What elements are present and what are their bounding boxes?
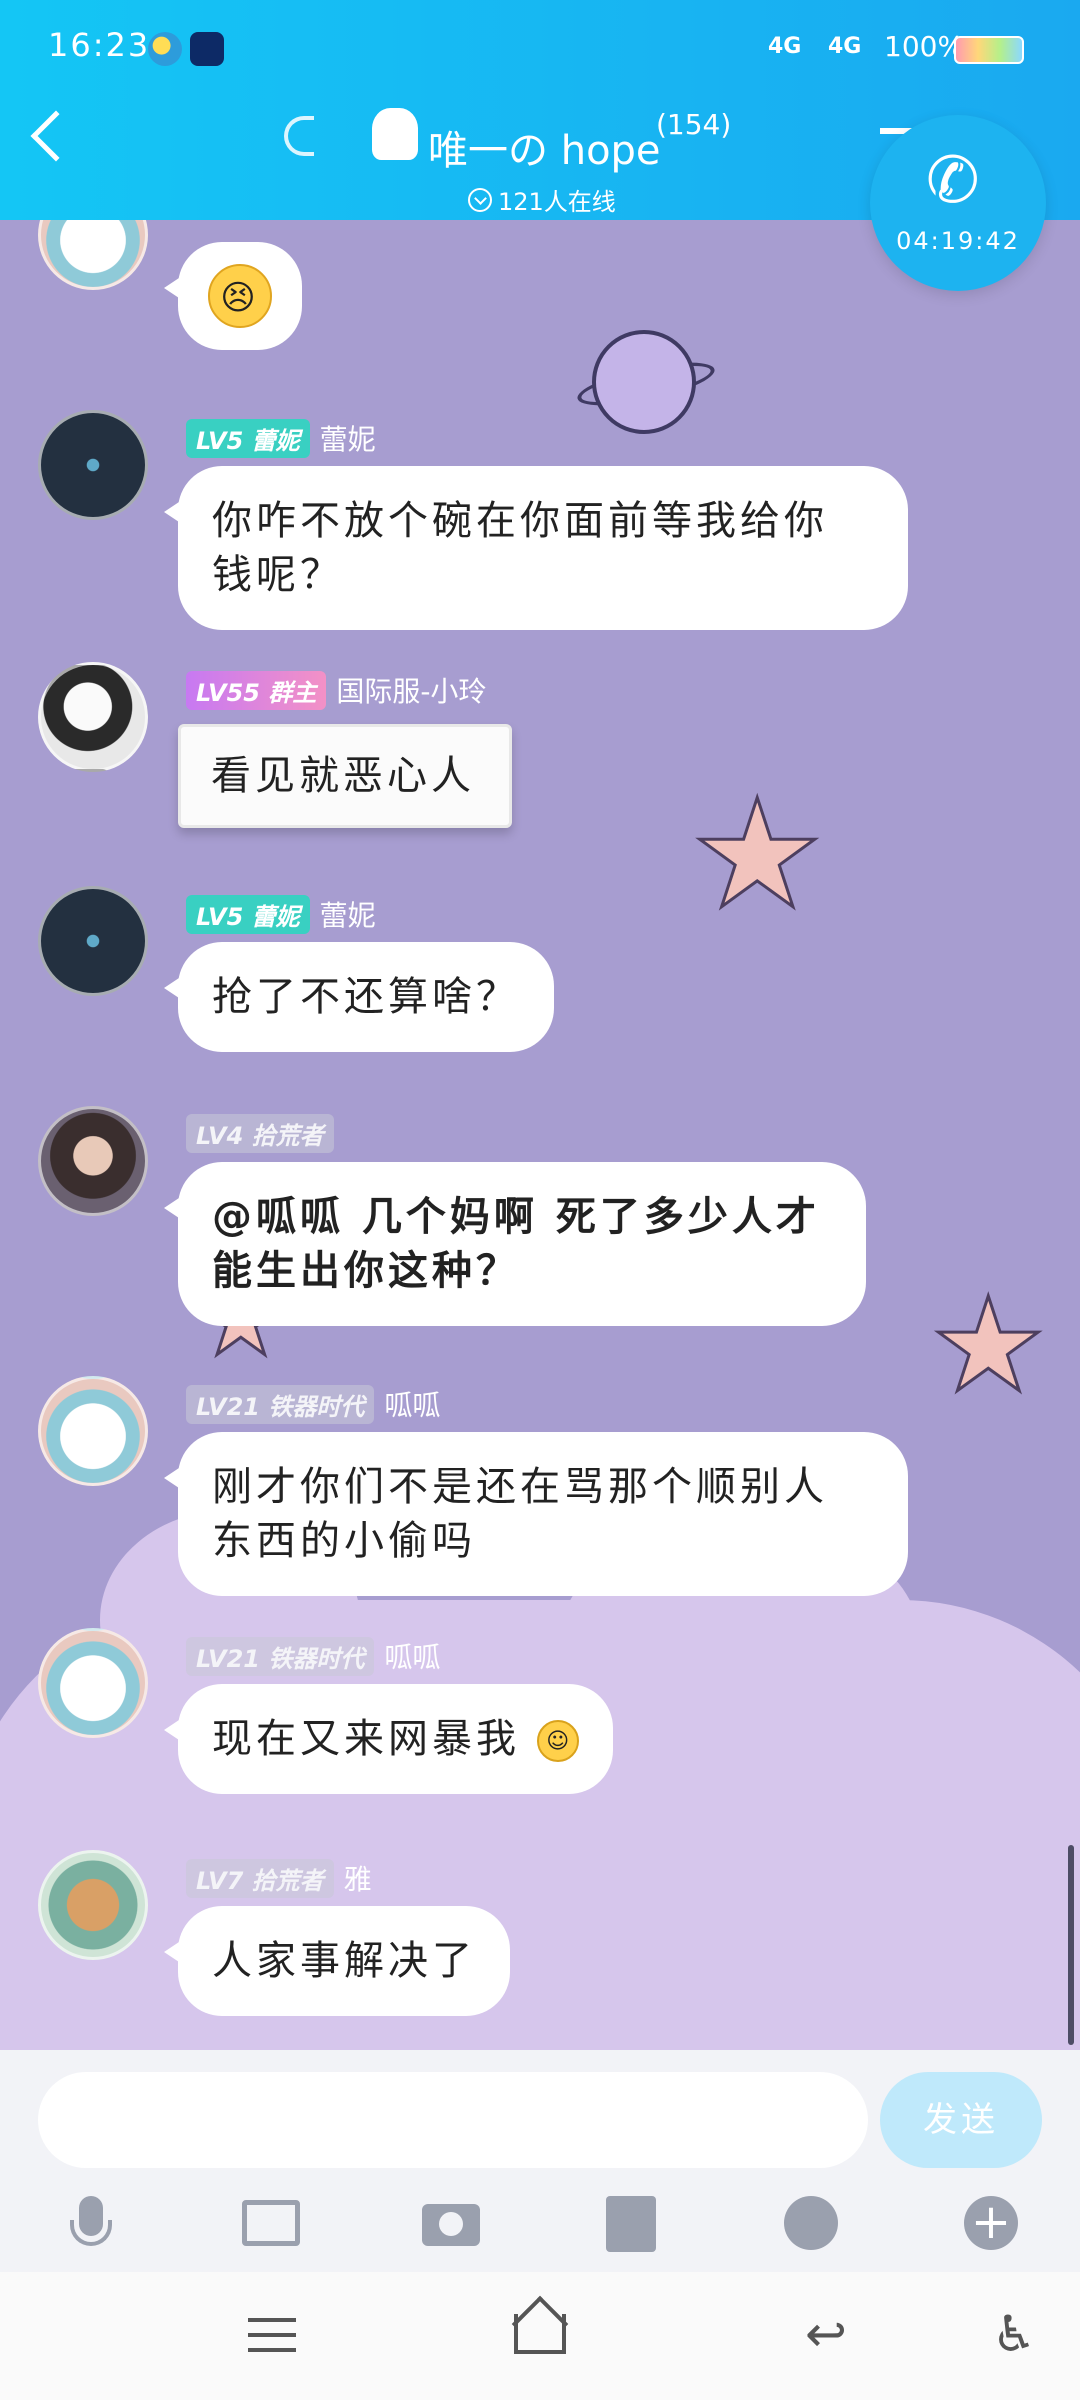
ear-icon[interactable] xyxy=(284,116,314,156)
message-bubble[interactable]: 看见就恶心人 xyxy=(178,724,512,828)
message-text: 现在又来网暴我 xyxy=(212,1716,520,1762)
signal-icon: 4G xyxy=(828,34,862,59)
sender-name[interactable]: 呱呱 xyxy=(384,1384,440,1424)
battery-icon xyxy=(954,36,1024,64)
avatar[interactable] xyxy=(38,1850,148,1960)
camera-icon[interactable] xyxy=(420,2192,482,2254)
battery-level: 100% xyxy=(884,30,965,63)
background-cloud xyxy=(0,1600,1080,2050)
message-text: 你咋不放个碗在你面前等我给你 xyxy=(212,498,828,544)
voice-call-floating-button[interactable]: ✆ 04:19:42 xyxy=(870,115,1046,291)
level-badge: LV55 群主 xyxy=(186,670,327,710)
call-timer: 04:19:42 xyxy=(896,227,1020,255)
message-text: 钱呢？ xyxy=(212,552,344,598)
message-bubble[interactable]: 😣 xyxy=(164,242,302,350)
group-name[interactable]: 唯一の hope xyxy=(428,118,661,176)
image-icon[interactable] xyxy=(240,2192,302,2254)
star-decoration: ★ xyxy=(929,1269,1049,1421)
message-text: @呱呱 几个妈啊 死了多少人才 xyxy=(212,1194,820,1240)
app-notification-icon xyxy=(190,32,224,66)
plus-icon[interactable]: + xyxy=(960,2192,1022,2254)
home-icon[interactable] xyxy=(510,2295,570,2364)
avatar[interactable] xyxy=(38,886,148,996)
level-badge: LV4 拾荒者 xyxy=(186,1114,334,1153)
accessibility-icon[interactable]: ♿ xyxy=(984,2304,1044,2364)
message-bubble[interactable]: @呱呱 几个妈啊 死了多少人才 能生出你这种？ xyxy=(164,1162,866,1326)
avatar[interactable] xyxy=(38,1106,148,1216)
avatar[interactable] xyxy=(38,1628,148,1738)
system-nav-bar: ↩ ♿ xyxy=(0,2272,1080,2400)
level-badge: LV5 蕾妮 xyxy=(186,418,310,458)
emoji-icon[interactable] xyxy=(780,2192,842,2254)
message-bubble[interactable]: 抢了不还算啥？ xyxy=(164,942,554,1052)
sender-name[interactable]: 雅 xyxy=(344,1858,372,1898)
red-packet-icon[interactable] xyxy=(600,2192,662,2254)
message-bubble[interactable]: 现在又来网暴我 ☺ xyxy=(164,1684,613,1794)
message-list[interactable]: ★ ★ ★ 😣 LV5 蕾妮 蕾妮 你咋不放个碗在你面前等我给你 钱呢？ LV5… xyxy=(0,220,1080,2050)
scrollbar[interactable] xyxy=(1068,1845,1074,2045)
message-text: 人家事解决了 xyxy=(212,1938,476,1984)
avatar[interactable] xyxy=(38,410,148,520)
message-text: 看见就恶心人 xyxy=(211,753,475,799)
member-count: (154) xyxy=(656,108,732,141)
group-avatar xyxy=(372,108,418,160)
emoji: 😣 xyxy=(208,264,272,328)
mic-icon[interactable] xyxy=(60,2192,122,2254)
online-status[interactable]: 121人在线 xyxy=(468,182,616,217)
message-bubble[interactable]: 人家事解决了 xyxy=(164,1906,510,2016)
sender-name[interactable]: 蕾妮 xyxy=(320,894,376,934)
message-bubble[interactable]: 你咋不放个碗在你面前等我给你 钱呢？ xyxy=(164,466,908,630)
level-badge: LV21 铁器时代 xyxy=(186,1384,375,1424)
phone-icon: ✆ xyxy=(926,144,980,218)
send-button[interactable]: 发送 xyxy=(880,2072,1042,2168)
menu-icon[interactable] xyxy=(242,2304,302,2364)
level-badge: LV21 铁器时代 xyxy=(186,1636,375,1676)
back-arrow-icon[interactable] xyxy=(30,110,82,162)
level-badge: LV7 拾荒者 xyxy=(186,1858,334,1898)
input-bar: 发送 + xyxy=(0,2050,1080,2272)
message-text: 刚才你们不是还在骂那个顺别人 xyxy=(212,1464,828,1510)
sender-name[interactable]: 蕾妮 xyxy=(320,418,376,458)
app-notification-icon xyxy=(148,32,182,66)
message-text: 抢了不还算啥？ xyxy=(212,974,520,1020)
chevron-down-icon xyxy=(468,187,492,212)
avatar[interactable] xyxy=(38,662,148,772)
signal-icon: 4G xyxy=(768,34,802,59)
sender-name[interactable]: 呱呱 xyxy=(384,1636,440,1676)
message-text: 东西的小偷吗 xyxy=(212,1518,476,1564)
level-badge: LV5 蕾妮 xyxy=(186,894,310,934)
back-icon[interactable]: ↩ xyxy=(796,2304,856,2364)
message-text: 能生出你这种？ xyxy=(212,1248,520,1294)
smirk-emoji-icon: ☺ xyxy=(536,1720,579,1762)
planet-decoration xyxy=(592,330,696,434)
star-decoration: ★ xyxy=(688,768,825,942)
message-bubble[interactable]: 刚才你们不是还在骂那个顺别人 东西的小偷吗 xyxy=(164,1432,908,1596)
avatar[interactable] xyxy=(38,220,148,290)
status-time: 16:23 xyxy=(48,26,151,64)
avatar[interactable] xyxy=(38,1376,148,1486)
sender-name[interactable]: 国际服-小玲 xyxy=(336,670,486,710)
online-count: 121人在线 xyxy=(498,188,616,216)
message-input[interactable] xyxy=(38,2072,868,2168)
